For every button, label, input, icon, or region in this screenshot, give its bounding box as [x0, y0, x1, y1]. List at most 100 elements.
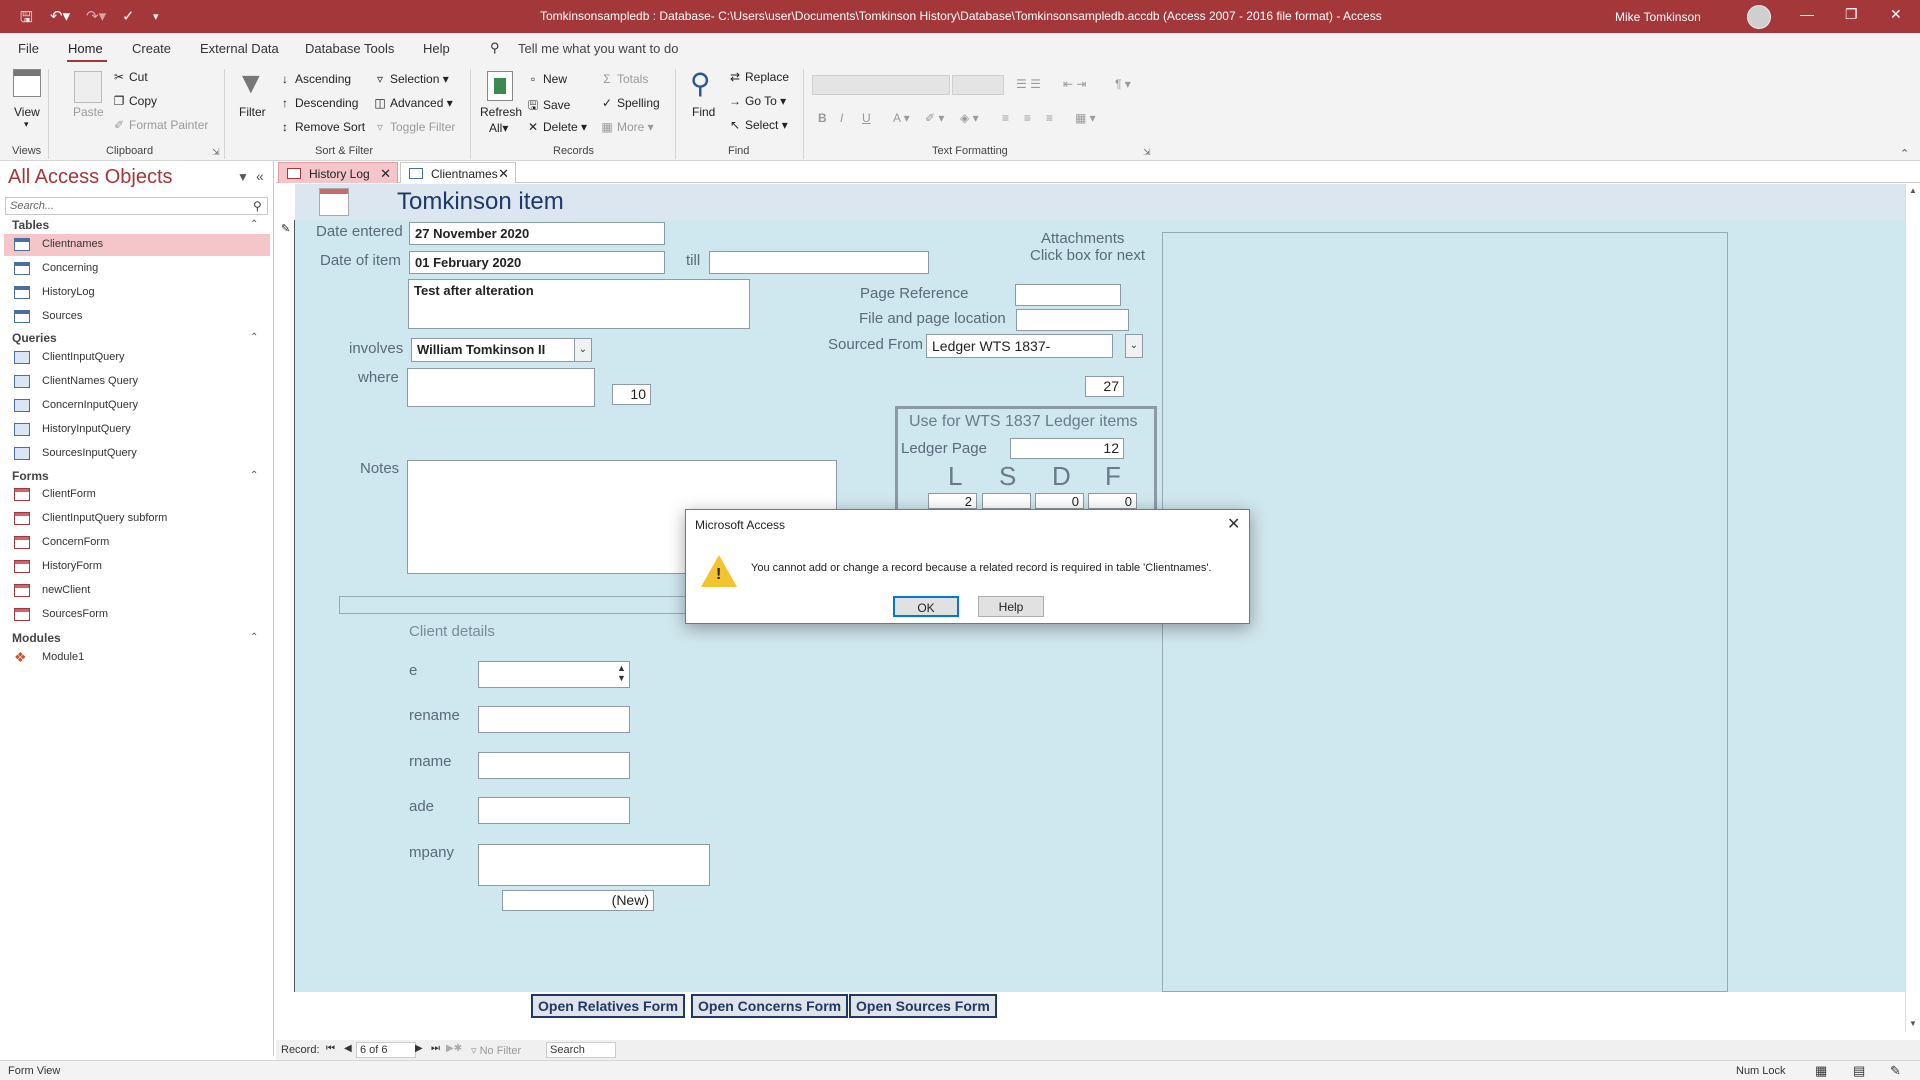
maximize-icon[interactable]: ❐: [1845, 6, 1858, 23]
collapse-section-icon[interactable]: ⌃: [250, 332, 258, 343]
spelling-icon[interactable]: ✓: [122, 7, 135, 25]
help-button[interactable]: Help: [978, 596, 1044, 617]
design-view-icon[interactable]: ✎: [1890, 1063, 1901, 1079]
company-field[interactable]: [478, 844, 710, 886]
vertical-scrollbar[interactable]: ▲ ▼: [1905, 184, 1920, 1032]
find-button[interactable]: Find: [692, 105, 715, 119]
where-number-field[interactable]: 10: [612, 384, 651, 405]
sourced-from-combo[interactable]: Ledger WTS 1837-: [926, 334, 1113, 358]
client-id-field[interactable]: [478, 661, 630, 688]
nav-item-historylog[interactable]: HistoryLog: [4, 282, 270, 304]
tab-file[interactable]: File: [18, 41, 39, 56]
form-view-icon[interactable]: ▦: [1815, 1063, 1827, 1079]
shillings-field[interactable]: [982, 493, 1031, 509]
collapse-pane-icon[interactable]: «: [256, 168, 264, 184]
record-selector[interactable]: ✎: [278, 220, 295, 992]
nav-section-queries[interactable]: Queries: [12, 331, 57, 345]
no-filter-indicator[interactable]: ▿ No Filter: [471, 1044, 521, 1057]
pence-field[interactable]: 0: [1035, 493, 1084, 509]
view-button[interactable]: View: [14, 105, 40, 119]
fill-color-icon[interactable]: ◈ ▾: [960, 111, 979, 125]
ok-button[interactable]: OK: [893, 596, 959, 617]
ledger-page-field[interactable]: 12: [1010, 438, 1124, 459]
underline-button[interactable]: U: [862, 111, 871, 125]
nav-item-clientform[interactable]: ClientForm: [4, 484, 270, 506]
filter-button[interactable]: Filter: [239, 105, 266, 119]
font-color-icon[interactable]: A ▾: [893, 111, 910, 125]
minimize-icon[interactable]: —: [1800, 6, 1814, 22]
nav-item-sourcesinputquery[interactable]: SourcesInputQuery: [4, 443, 270, 465]
new-record-button[interactable]: ▫ New: [526, 72, 567, 86]
format-painter-button[interactable]: ✐ Format Painter: [112, 118, 208, 132]
dialog-launcher-icon[interactable]: ⇲: [1143, 147, 1151, 158]
close-icon[interactable]: ✕: [380, 166, 391, 182]
align-right-icon[interactable]: ≡: [1046, 111, 1053, 125]
tab-home[interactable]: Home: [68, 41, 103, 56]
datasheet-view-icon[interactable]: ▤: [1853, 1063, 1865, 1079]
bullet-list-icon[interactable]: ☰ ☰: [1016, 77, 1041, 91]
nav-item-sourcesform[interactable]: SourcesForm: [4, 604, 270, 626]
chevron-down-icon[interactable]: ▾: [24, 119, 29, 130]
description-field[interactable]: Test after alteration: [408, 279, 750, 329]
toggle-filter-button[interactable]: ▿ Toggle Filter: [373, 120, 455, 134]
selection-button[interactable]: ▿ Selection ▾: [373, 72, 449, 86]
last-record-icon[interactable]: ⏭: [431, 1043, 440, 1054]
date-entered-field[interactable]: 27 November 2020: [409, 222, 665, 245]
forename-field[interactable]: [478, 706, 630, 733]
more-button[interactable]: ▦ More ▾: [600, 120, 653, 134]
undo-icon[interactable]: ↶▾: [50, 7, 70, 25]
bold-button[interactable]: B: [818, 111, 827, 125]
paste-button[interactable]: Paste: [73, 105, 104, 119]
search-icon[interactable]: ⚲: [253, 199, 262, 213]
cut-button[interactable]: ✂ Cut: [112, 70, 148, 84]
tab-database-tools[interactable]: Database Tools: [305, 41, 394, 56]
nav-item-sources[interactable]: Sources: [4, 306, 270, 328]
tab-create[interactable]: Create: [132, 41, 171, 56]
first-record-icon[interactable]: ⏮: [326, 1043, 335, 1054]
spinner-icon[interactable]: ▲ ▼: [617, 663, 626, 683]
customize-icon[interactable]: ▾: [153, 10, 159, 23]
tab-help[interactable]: Help: [423, 41, 450, 56]
replace-button[interactable]: ⇄ Replace: [728, 70, 789, 84]
align-left-icon[interactable]: ≡: [1002, 111, 1009, 125]
till-field[interactable]: [709, 251, 929, 274]
tab-history-log[interactable]: History Log ✕: [278, 162, 398, 183]
previous-record-icon[interactable]: ◀: [344, 1043, 352, 1054]
source-number-field[interactable]: 27: [1085, 376, 1124, 397]
paragraph-direction-icon[interactable]: ¶ ▾: [1115, 77, 1131, 91]
highlight-icon[interactable]: ✐ ▾: [925, 111, 944, 125]
dialog-launcher-icon[interactable]: ⇲: [212, 147, 220, 158]
ascending-button[interactable]: ↓ Ascending: [278, 72, 351, 86]
nav-item-newclient[interactable]: newClient: [4, 580, 270, 602]
surname-field[interactable]: [478, 752, 630, 779]
nav-section-forms[interactable]: Forms: [12, 469, 49, 483]
collapse-section-icon[interactable]: ⌃: [250, 632, 258, 643]
tell-me-search[interactable]: Tell me what you want to do: [518, 41, 678, 56]
nav-item-clientinputquery[interactable]: ClientInputQuery: [4, 347, 270, 369]
indent-icon[interactable]: ⇤ ⇥: [1063, 77, 1086, 91]
redo-icon[interactable]: ↷▾: [86, 7, 106, 25]
nav-menu-icon[interactable]: ▼: [237, 170, 249, 184]
scroll-up-icon[interactable]: ▲: [1909, 186, 1917, 195]
close-icon[interactable]: ✕: [1227, 514, 1240, 534]
nav-section-modules[interactable]: Modules: [12, 631, 61, 645]
nav-pane-title[interactable]: All Access Objects: [8, 166, 173, 189]
record-search-input[interactable]: Search: [546, 1042, 616, 1058]
select-button[interactable]: ↖ Select ▾: [728, 118, 788, 132]
font-name-select[interactable]: [812, 75, 950, 95]
view-icon[interactable]: [13, 69, 41, 97]
collapse-section-icon[interactable]: ⌃: [250, 470, 258, 481]
nav-item-historyform[interactable]: HistoryForm: [4, 556, 270, 578]
nav-item-concerninputquery[interactable]: ConcernInputQuery: [4, 395, 270, 417]
record-position-field[interactable]: 6 of 6: [356, 1042, 416, 1058]
gridlines-icon[interactable]: ▦ ▾: [1075, 111, 1096, 125]
close-icon[interactable]: ✕: [498, 166, 509, 182]
advanced-button[interactable]: ◫ Advanced ▾: [373, 96, 452, 110]
nav-section-tables[interactable]: Tables: [12, 218, 49, 232]
align-center-icon[interactable]: ≡: [1024, 111, 1031, 125]
refresh-button[interactable]: Refresh: [480, 105, 522, 119]
nav-item-clientinputquery-subform[interactable]: ClientInputQuery subform: [4, 508, 270, 530]
totals-button[interactable]: Σ Totals: [600, 72, 648, 86]
file-location-field[interactable]: [1016, 309, 1129, 331]
date-of-item-field[interactable]: 01 February 2020: [409, 251, 665, 274]
